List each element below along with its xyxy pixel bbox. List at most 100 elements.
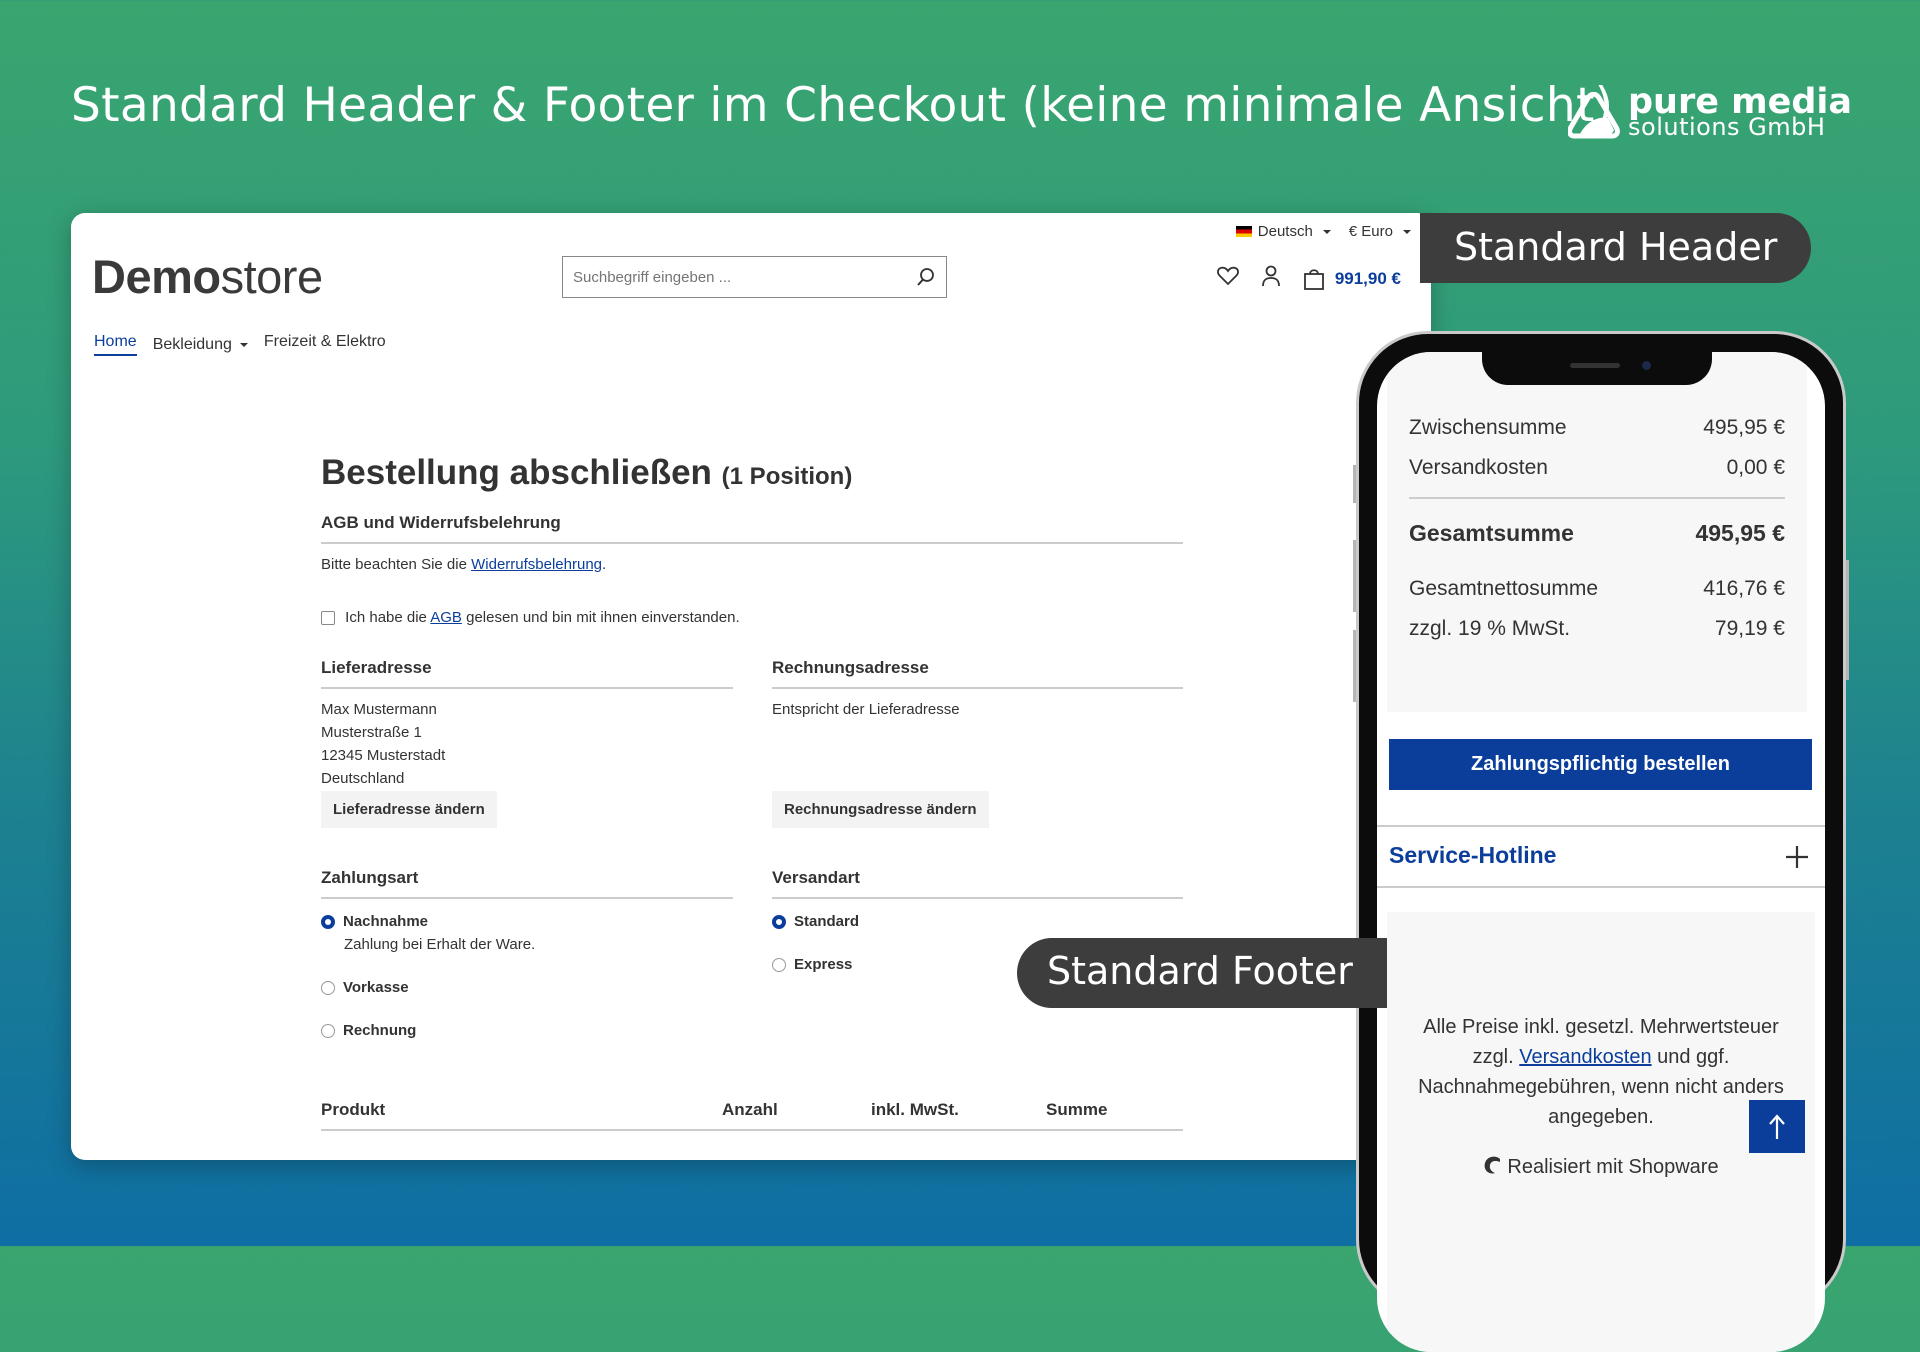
radio-icon[interactable] bbox=[321, 981, 335, 996]
chevron-down-icon bbox=[1322, 229, 1331, 234]
tax-label: zzgl. 19 % MwSt. bbox=[1409, 617, 1571, 640]
agb-text-before: Ich habe die bbox=[345, 609, 431, 626]
german-flag-icon bbox=[1235, 226, 1252, 237]
billing-address-text: Entspricht der Lieferadresse bbox=[772, 701, 960, 718]
chevron-down-icon bbox=[239, 342, 248, 347]
shipping-method-label: Express bbox=[794, 956, 853, 973]
total-value: 495,95 € bbox=[1695, 520, 1785, 546]
phone-camera bbox=[1642, 361, 1651, 370]
vat-notice-line: zzgl. Versandkosten und ggf. bbox=[1387, 1042, 1815, 1072]
mobile-footer: Alle Preise inkl. gesetzl. Mehrwertsteue… bbox=[1387, 912, 1815, 1352]
radio-icon[interactable] bbox=[772, 958, 786, 973]
terms-text-before: Bitte beachten Sie die bbox=[321, 556, 472, 573]
cart-button[interactable]: 991,90 € bbox=[1303, 267, 1401, 291]
agb-checkbox[interactable] bbox=[321, 611, 335, 626]
net-total-row: Gesamtnettosumme 416,76 € bbox=[1409, 577, 1785, 601]
phone-notch bbox=[1482, 352, 1712, 385]
shipping-method-option[interactable]: Express bbox=[772, 953, 852, 976]
column-product: Produkt bbox=[321, 1100, 386, 1119]
terms-text-after: . bbox=[602, 556, 607, 573]
nav-leisure-electronics[interactable]: Freizeit & Elektro bbox=[264, 333, 386, 356]
tax-row: zzgl. 19 % MwSt. 79,19 € bbox=[1409, 617, 1785, 641]
billing-address-title: Rechnungsadresse bbox=[772, 658, 1183, 689]
pure-media-drop-icon bbox=[1568, 92, 1620, 139]
search-icon[interactable] bbox=[906, 267, 946, 287]
shipping-costs-value: 0,00 € bbox=[1726, 456, 1785, 479]
shipping-address: Max Mustermann Musterstraße 1 12345 Must… bbox=[321, 698, 445, 790]
language-switch[interactable]: Deutsch bbox=[1235, 223, 1331, 240]
place-order-button[interactable]: Zahlungspflichtig bestellen bbox=[1389, 739, 1812, 790]
vat-text-before: zzgl. bbox=[1472, 1046, 1520, 1068]
shipping-method-option[interactable]: Standard bbox=[772, 910, 859, 933]
revocation-link[interactable]: Widerrufsbelehrung bbox=[471, 556, 602, 573]
header-actions: 991,90 € bbox=[1216, 265, 1401, 292]
address-line: Deutschland bbox=[321, 770, 405, 787]
shipping-address-title: Lieferadresse bbox=[321, 658, 733, 689]
payment-option[interactable]: Rechnung bbox=[321, 1019, 416, 1042]
column-quantity: Anzahl bbox=[722, 1100, 778, 1119]
change-billing-address-button[interactable]: Rechnungsadresse ändern bbox=[772, 791, 989, 828]
slide-headline: Standard Header & Footer im Checkout (ke… bbox=[71, 78, 1614, 133]
payment-option-label: Rechnung bbox=[343, 1022, 417, 1039]
payment-option-label: Nachnahme bbox=[343, 913, 429, 930]
shipping-costs-row: Versandkosten 0,00 € bbox=[1409, 456, 1785, 480]
vat-notice-line: Nachnahmegebühren, wenn nicht anders bbox=[1418, 1076, 1784, 1098]
radio-selected-icon[interactable] bbox=[772, 915, 786, 930]
page-title-count: (1 Position) bbox=[721, 463, 853, 490]
payment-option-description: Zahlung bei Erhalt der Ware. bbox=[344, 936, 536, 953]
payment-option-label: Vorkasse bbox=[343, 979, 409, 996]
service-hotline-accordion[interactable]: Service-Hotline bbox=[1377, 825, 1825, 888]
address-line: 12345 Musterstadt bbox=[321, 747, 446, 764]
subtotal-value: 495,95 € bbox=[1703, 416, 1785, 439]
product-table-header: Produkt Anzahl inkl. MwSt. Summe bbox=[321, 1098, 1183, 1131]
address-line: Musterstraße 1 bbox=[321, 724, 422, 741]
nav-clothing-label: Bekleidung bbox=[152, 335, 232, 353]
nav-home[interactable]: Home bbox=[94, 333, 137, 356]
page-title: Bestellung abschließen (1 Position) bbox=[321, 453, 852, 493]
payment-option[interactable]: Vorkasse bbox=[321, 976, 409, 999]
subtotal-label: Zwischensumme bbox=[1409, 416, 1567, 439]
vat-text-after: und ggf. bbox=[1651, 1046, 1730, 1068]
radio-selected-icon[interactable] bbox=[321, 915, 335, 930]
shipping-method-title: Versandart bbox=[772, 868, 1183, 899]
nav-clothing[interactable]: Bekleidung bbox=[153, 333, 248, 356]
page-title-text: Bestellung abschließen bbox=[321, 453, 712, 492]
store-logo[interactable]: Demostore bbox=[92, 249, 323, 304]
net-total-value: 416,76 € bbox=[1703, 577, 1785, 600]
top-bar: Deutsch € Euro bbox=[1235, 223, 1411, 240]
agb-consent: Ich habe die AGB gelesen und bin mit ihn… bbox=[321, 606, 740, 629]
standard-header-label: Standard Header bbox=[1420, 213, 1812, 283]
mobile-order-summary: Zwischensumme 495,95 € Versandkosten 0,00 … bbox=[1387, 352, 1807, 712]
shipping-costs-label: Versandkosten bbox=[1409, 456, 1548, 479]
summary-divider bbox=[1409, 497, 1785, 499]
change-shipping-address-button[interactable]: Lieferadresse ändern bbox=[321, 791, 497, 828]
powered-by-shopware[interactable]: Realisiert mit Shopware bbox=[1387, 1155, 1815, 1179]
chevron-down-icon bbox=[1403, 229, 1411, 234]
agb-link[interactable]: AGB bbox=[430, 609, 462, 626]
column-vat: inkl. MwSt. bbox=[871, 1100, 959, 1119]
shipping-costs-link[interactable]: Versandkosten bbox=[1519, 1046, 1651, 1068]
currency-label: € Euro bbox=[1348, 223, 1393, 240]
vat-notice-line: Alle Preise inkl. gesetzl. Mehrwertsteue… bbox=[1423, 1016, 1779, 1038]
logo-bold: Demo bbox=[92, 250, 221, 303]
total-label: Gesamtsumme bbox=[1409, 520, 1574, 546]
wishlist-heart-icon[interactable] bbox=[1216, 266, 1239, 291]
tax-value: 79,19 € bbox=[1714, 617, 1785, 640]
service-hotline-label: Service-Hotline bbox=[1389, 842, 1557, 868]
search-input[interactable] bbox=[563, 257, 906, 297]
terms-text: Bitte beachten Sie die Widerrufsbelehrun… bbox=[321, 553, 606, 576]
arrow-up-icon bbox=[1769, 1113, 1785, 1139]
cart-total: 991,90 € bbox=[1334, 268, 1401, 288]
agb-text-after: gelesen und bin mit ihnen einverstanden. bbox=[461, 609, 740, 626]
account-user-icon[interactable] bbox=[1261, 265, 1281, 292]
payment-option[interactable]: Nachnahme bbox=[321, 910, 428, 933]
currency-switch[interactable]: € Euro bbox=[1349, 223, 1411, 240]
logo-regular: store bbox=[220, 250, 324, 303]
shopping-bag-icon bbox=[1303, 268, 1324, 290]
main-navigation: Home Bekleidung Freizeit & Elektro bbox=[94, 333, 386, 356]
radio-icon[interactable] bbox=[321, 1024, 335, 1039]
address-line: Max Mustermann bbox=[321, 701, 437, 718]
mobile-phone-mockup: Zwischensumme 495,95 € Versandkosten 0,00 … bbox=[1356, 331, 1846, 1352]
scroll-to-top-button[interactable] bbox=[1749, 1100, 1805, 1153]
subtotal-row: Zwischensumme 495,95 € bbox=[1409, 416, 1785, 440]
